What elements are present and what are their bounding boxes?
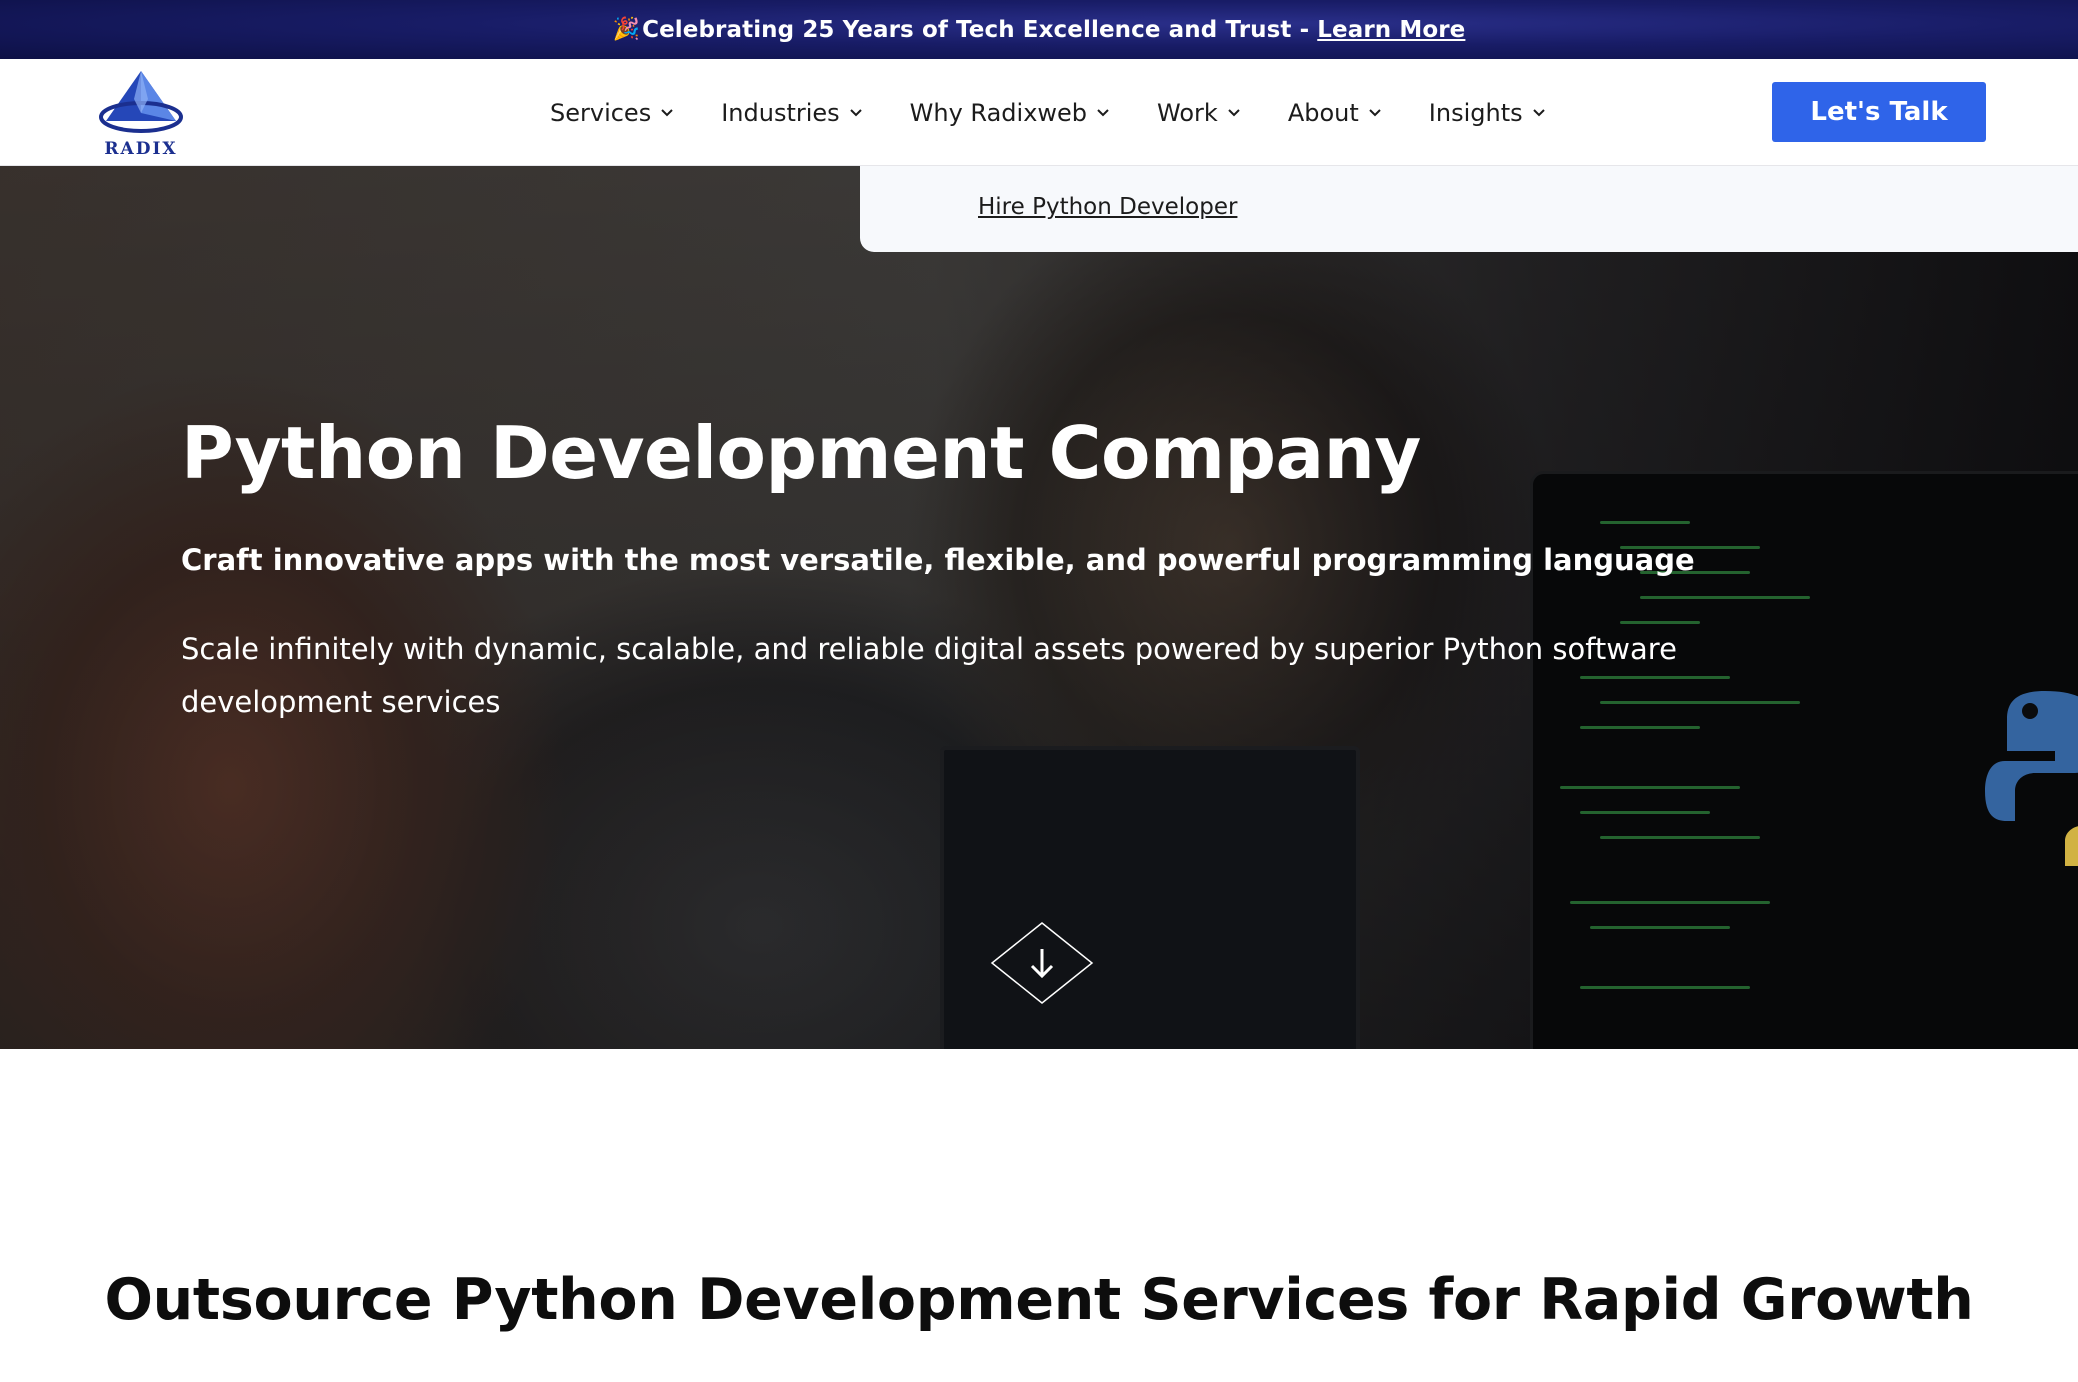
nav-services[interactable]: Services: [550, 99, 673, 127]
chevron-down-icon: [661, 108, 673, 116]
section-title: Outsource Python Development Services fo…: [104, 1267, 1974, 1333]
announcement-bar: 🎉 Celebrating 25 Years of Tech Excellenc…: [0, 0, 2078, 59]
code-line-decoration: [1600, 836, 1760, 839]
code-line-decoration: [1640, 596, 1810, 599]
hire-python-developer-link[interactable]: Hire Python Developer: [978, 194, 1237, 220]
nav-label: Insights: [1428, 98, 1523, 127]
nav-label: Services: [550, 98, 652, 127]
code-line-decoration: [1580, 986, 1750, 989]
nav-insights[interactable]: Insights: [1429, 99, 1545, 127]
party-popper-icon: 🎉: [612, 17, 641, 42]
nav-label: Industries: [721, 98, 840, 127]
nav-why-radixweb[interactable]: Why Radixweb: [910, 99, 1109, 127]
lets-talk-button[interactable]: Let's Talk: [1772, 82, 1986, 142]
python-logo-icon: [1985, 691, 2078, 866]
site-header: RADIX Services Industries Why Radixweb W…: [0, 59, 2078, 166]
code-line-decoration: [1600, 521, 1690, 524]
scroll-down-button[interactable]: [990, 921, 1094, 1005]
hero-title: Python Development Company: [181, 411, 1421, 495]
nav-about[interactable]: About: [1288, 99, 1381, 127]
main-nav: Services Industries Why Radixweb Work Ab…: [550, 59, 1593, 166]
radix-logo[interactable]: RADIX: [96, 69, 186, 159]
chevron-down-icon: [849, 108, 862, 116]
code-line-decoration: [1570, 901, 1770, 904]
announcement-text: Celebrating 25 Years of Tech Excellence …: [642, 16, 1310, 43]
code-line-decoration: [1590, 926, 1730, 929]
services-dropdown-menu: Hire Python Developer: [860, 166, 2078, 252]
logo-wordmark: RADIX: [104, 139, 178, 159]
hero-description: Scale infinitely with dynamic, scalable,…: [181, 632, 1677, 719]
chevron-down-icon: [1369, 108, 1381, 116]
learn-more-link[interactable]: Learn More: [1317, 17, 1465, 43]
nav-industries[interactable]: Industries: [721, 98, 862, 127]
hero-subtitle: Craft innovative apps with the most vers…: [181, 543, 1695, 577]
chevron-down-icon: [1097, 108, 1109, 116]
hero-section: Hire Python Developer Python Development…: [0, 166, 2078, 1049]
nav-label: Why Radixweb: [909, 98, 1088, 127]
arrow-down-icon: [990, 922, 1094, 1004]
chevron-down-icon: [1532, 108, 1545, 116]
code-line-decoration: [1580, 811, 1710, 814]
code-line-decoration: [1560, 786, 1740, 789]
pyramid-logo-icon: [99, 71, 183, 133]
nav-label: Work: [1157, 98, 1218, 127]
chevron-down-icon: [1228, 108, 1240, 116]
nav-label: About: [1287, 98, 1359, 127]
nav-work[interactable]: Work: [1157, 99, 1240, 127]
